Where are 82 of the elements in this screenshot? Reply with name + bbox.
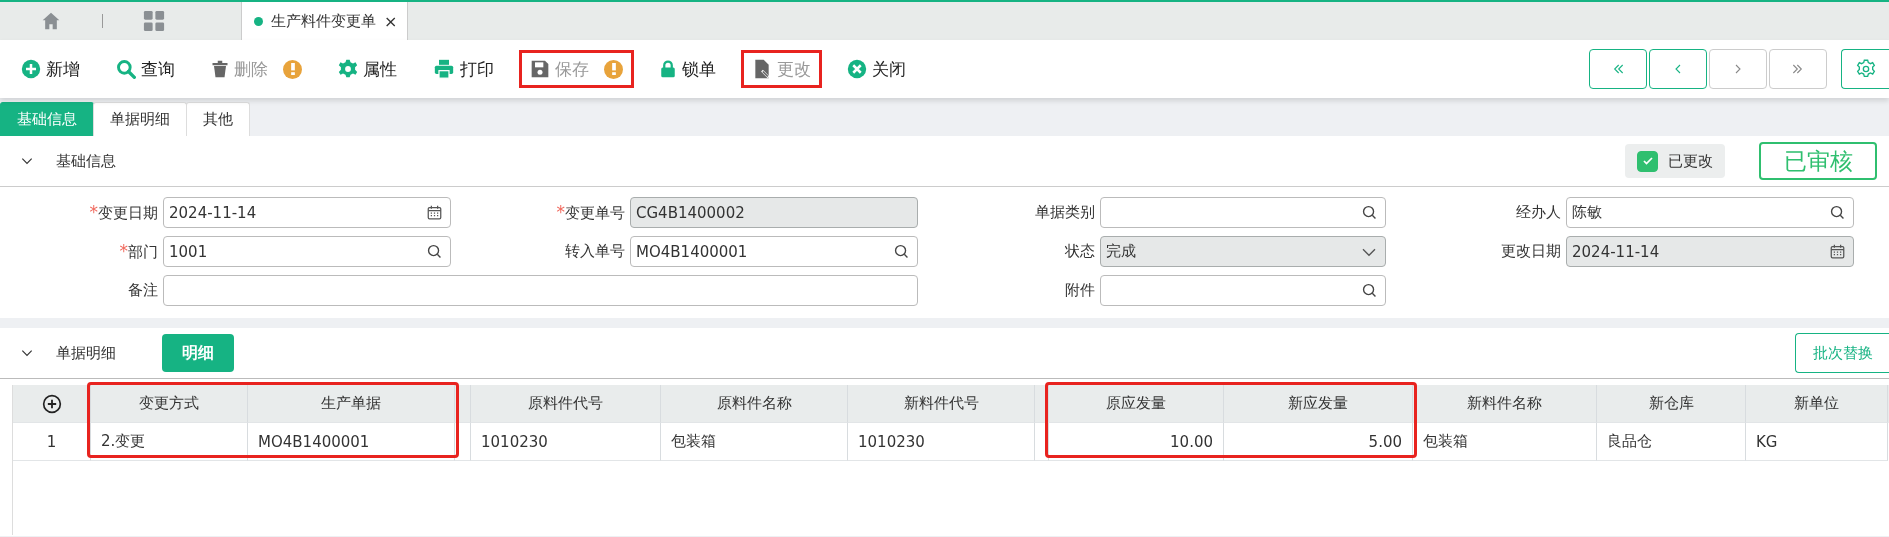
plus-circle-icon [21,59,41,79]
approved-stamp: 已审核 [1759,142,1877,180]
date-field[interactable]: 2024-11-14 [163,197,451,228]
column-header: 生产单据 [248,385,455,423]
previous-button[interactable] [1649,49,1707,89]
properties-button[interactable]: 属性 [327,50,408,88]
table-cell: MO4B1400001 [248,423,455,461]
table-cell: 良品仓 [1597,423,1746,461]
query-button[interactable]: 查询 [105,50,186,88]
field-label: 经办人 [1515,203,1561,222]
search-icon [1830,205,1845,220]
next-button[interactable] [1709,49,1767,89]
search-icon [1362,283,1377,298]
table-cell: KG [1746,423,1888,461]
table-cell: 2.变更 [91,423,248,461]
lock-button[interactable]: 锁单 [648,50,727,88]
section-tab[interactable]: 单据明细 [93,102,187,136]
field-label: *变更日期 [88,202,158,223]
section-tab[interactable]: 其他 [186,102,250,136]
field-label: *部门 [118,241,158,262]
select-field[interactable]: 完成 [1100,236,1386,267]
search-icon [427,244,442,259]
checkbox-label: 已更改 [1668,151,1713,171]
printer-icon [433,59,455,79]
settings-icon [1855,59,1876,79]
input-field[interactable] [163,275,918,306]
row-number: 1 [13,423,91,461]
field-label: 更改日期 [1500,242,1561,261]
column-header: 变更方式 [91,385,248,423]
print-button[interactable]: 打印 [422,50,505,88]
table-cell: 5.00 [1224,423,1413,461]
close-tab-icon[interactable]: × [384,11,398,31]
column-header: 新仓库 [1597,385,1746,423]
lock-icon [659,59,677,79]
home-icon [41,11,61,31]
column-header: 原料件代号 [471,385,661,423]
trash-icon [211,59,229,79]
document-tab[interactable]: 生产料件变更单 × [241,2,409,40]
section-title: 基础信息 [56,151,116,171]
search-icon [894,244,909,259]
lookup-field[interactable]: 陈敏 [1566,197,1854,228]
calendar-icon [1830,244,1845,259]
add-button[interactable]: 新增 [10,50,91,88]
last-page-button[interactable] [1769,49,1827,89]
field-label: 状态 [1064,242,1095,261]
section-title: 单据明细 [56,343,116,363]
table-cell: 1010230 [471,423,661,461]
lookup-field[interactable] [1100,197,1386,228]
gear-icon [338,59,358,79]
column-header: 原料件名称 [661,385,848,423]
check-icon [1641,155,1654,167]
column-header: 原应发量 [1049,385,1224,423]
status-dot [254,16,263,26]
lookup-field[interactable]: MO4B1400001 [630,236,918,267]
field-label: *变更单号 [555,202,625,223]
first-page-button[interactable] [1589,49,1647,89]
lookup-field[interactable] [1100,275,1386,306]
input-field[interactable]: CG4B1400002 [630,197,918,228]
column-header: 新应发量 [1224,385,1413,423]
document-edit-icon [752,59,772,79]
add-row-icon[interactable] [41,393,62,414]
close-button[interactable]: 关闭 [836,50,917,88]
calendar-icon [427,205,442,220]
checkbox[interactable] [1637,150,1658,172]
column-header: 新料件代号 [848,385,1035,423]
table-cell: 包装箱 [661,423,848,461]
grid-icon [143,10,165,32]
table-cell: 10.00 [1049,423,1224,461]
column-header: 新单位 [1746,385,1888,423]
field-label: 附件 [1064,281,1095,300]
close-circle-icon [847,59,867,79]
field-label: 单据类别 [1034,203,1095,222]
search-icon [116,59,136,79]
table-cell: 1010230 [848,423,1035,461]
field-label: 备注 [127,281,158,300]
date-field[interactable]: 2024-11-14 [1566,236,1854,267]
lookup-field[interactable]: 1001 [163,236,451,267]
field-label: 转入单号 [564,242,625,261]
column-header: 新料件名称 [1413,385,1597,423]
table-cell: 包装箱 [1413,423,1597,461]
search-icon [1362,205,1377,220]
settings-button[interactable] [1841,49,1889,89]
